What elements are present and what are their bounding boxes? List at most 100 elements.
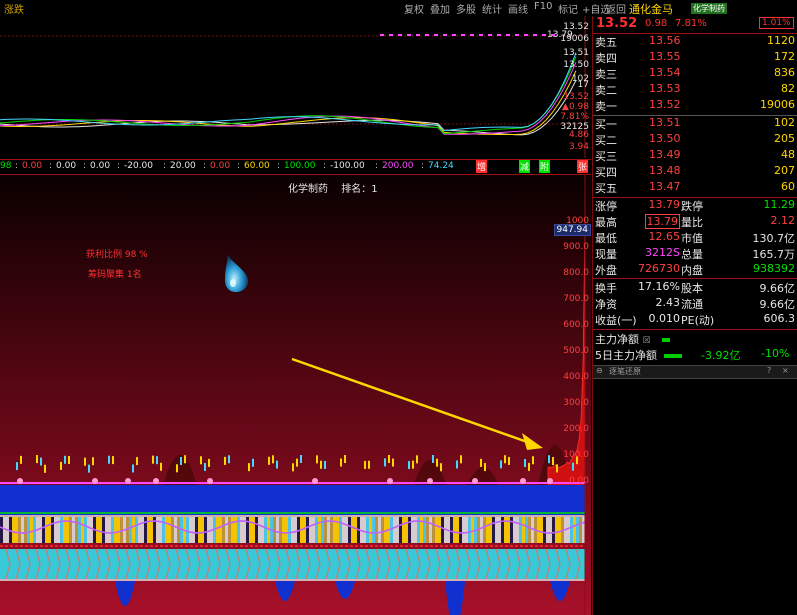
separator: : bbox=[237, 161, 241, 171]
order-book-row[interactable]: 买五 13.47 60 bbox=[595, 180, 795, 196]
chip-tick bbox=[208, 458, 210, 467]
mixed-strip-bar bbox=[192, 517, 195, 543]
mixed-strip-bar bbox=[294, 517, 297, 543]
menu-item-3[interactable]: 统计 bbox=[482, 1, 502, 16]
price-tick: 13.52 bbox=[563, 22, 589, 32]
mixed-strip-bar bbox=[450, 517, 453, 543]
price-tick: 13.50 bbox=[563, 60, 589, 70]
mixed-strip-bar bbox=[579, 517, 582, 543]
chip-panel-header: ⊖ 逐笔还原 ? × bbox=[593, 365, 797, 379]
order-book-row[interactable]: 卖四 13.55 172 bbox=[595, 50, 795, 66]
mixed-strip-bar bbox=[84, 517, 87, 543]
book-volume: 102 bbox=[774, 116, 795, 129]
mixed-strip-bar bbox=[204, 517, 207, 543]
mixed-strip-bar bbox=[354, 517, 357, 543]
limit-mark bbox=[398, 34, 402, 36]
book-price: 13.49 bbox=[649, 148, 681, 161]
chip-tick bbox=[548, 455, 550, 464]
menu-item-0[interactable]: 复权 bbox=[404, 1, 424, 16]
order-book-row[interactable]: 卖五 13.56 1120 bbox=[595, 34, 795, 50]
board-tag[interactable]: 化学制药 bbox=[691, 3, 727, 14]
main-net-icon[interactable]: ☒ bbox=[643, 336, 651, 346]
mixed-strip-bar bbox=[486, 517, 489, 543]
mixed-strip-bar bbox=[555, 517, 558, 543]
order-book-row[interactable]: 买一 13.51 102 bbox=[595, 116, 795, 132]
price-svg: 13.79 bbox=[0, 16, 591, 158]
book-level-label: 卖三 bbox=[595, 68, 617, 81]
help-icon[interactable]: ? bbox=[767, 366, 771, 375]
rank-label: 排名： bbox=[341, 184, 372, 195]
mixed-strip-bar bbox=[303, 517, 306, 543]
mixed-strip-bar bbox=[12, 517, 15, 543]
price-tick: 19006 bbox=[560, 34, 589, 44]
indicator-tab-0[interactable]: 增 bbox=[476, 160, 488, 173]
chip-tick bbox=[184, 455, 186, 464]
book-price: 13.53 bbox=[649, 82, 681, 95]
price-tick: ▲0.98 bbox=[562, 102, 589, 112]
mixed-strip-bar bbox=[99, 517, 102, 543]
order-book-row[interactable]: 卖三 13.54 836 bbox=[595, 66, 795, 82]
menu-item-1[interactable]: 叠加 bbox=[430, 1, 450, 16]
chip-tick bbox=[368, 460, 370, 469]
order-book-row[interactable]: 卖二 13.53 82 bbox=[595, 82, 795, 98]
book-price: 13.54 bbox=[649, 66, 681, 79]
main-indicator-chart[interactable]: 化学制药 排名：1 获利比例 98 % 筹码聚集 1名 947.94 1000 … bbox=[0, 175, 591, 615]
legend-chip: 筹码聚集 1名 bbox=[88, 270, 142, 280]
mixed-strip-bar bbox=[471, 517, 474, 543]
stat-row: 现量 3212S 总量 165.7万 bbox=[595, 246, 795, 261]
mixed-strip-bar bbox=[129, 517, 132, 543]
menu-item-4[interactable]: 画线 bbox=[508, 1, 528, 16]
mixed-strip-bar bbox=[252, 517, 255, 543]
collapse-icon[interactable]: ⊖ bbox=[596, 366, 603, 375]
price-chart[interactable]: 涨跌 13.79 13.521900613.5113.501021713.52▲… bbox=[0, 16, 591, 158]
mixed-strip-bar bbox=[405, 517, 408, 543]
mixed-strip-bar bbox=[342, 517, 345, 543]
chip-tick bbox=[68, 456, 70, 465]
menu-item-5[interactable]: F10 bbox=[534, 1, 552, 12]
indicator-tab-3[interactable]: 张 bbox=[577, 160, 589, 173]
mixed-strip-bar bbox=[345, 517, 348, 543]
chip-tick bbox=[272, 455, 274, 464]
chip-tick bbox=[440, 463, 442, 472]
chip-panel-title[interactable]: 逐笔还原 bbox=[609, 366, 641, 377]
price-tick: 4.86 bbox=[568, 130, 589, 140]
mixed-strip-bar bbox=[105, 517, 108, 543]
chip-tick bbox=[432, 455, 434, 464]
book-price: 13.50 bbox=[649, 132, 681, 145]
mixed-strip-bar bbox=[489, 517, 492, 543]
order-book-row[interactable]: 买四 13.48 207 bbox=[595, 164, 795, 180]
mixed-strip-bar bbox=[198, 517, 201, 543]
indicator-tab-2[interactable]: 附 bbox=[539, 160, 551, 173]
mixed-strip-bar bbox=[576, 517, 579, 543]
chip-tick bbox=[92, 457, 94, 466]
mixed-strip-bar bbox=[228, 517, 231, 543]
chip-tick bbox=[460, 455, 462, 464]
mixed-strip-bar bbox=[549, 517, 552, 543]
order-book-row[interactable]: 买二 13.50 205 bbox=[595, 132, 795, 148]
separator: : bbox=[375, 161, 379, 171]
book-price: 13.55 bbox=[649, 50, 681, 63]
chip-tick bbox=[88, 464, 90, 473]
mixed-strip-bar bbox=[339, 517, 342, 543]
chart-area: 涨跌 13.79 13.521900613.5113.501021713.52▲… bbox=[0, 16, 591, 615]
mixed-strip-bar bbox=[396, 517, 399, 543]
mixed-strip-bar bbox=[117, 517, 120, 543]
mixed-strip-bar bbox=[195, 517, 198, 543]
signal-marker bbox=[17, 478, 23, 484]
mixed-strip-bar bbox=[438, 517, 441, 543]
close-icon[interactable]: × bbox=[782, 366, 789, 375]
order-book-row[interactable]: 买三 13.49 48 bbox=[595, 148, 795, 164]
order-book-row[interactable]: 卖一 13.52 19006 bbox=[595, 98, 795, 114]
menu-item-2[interactable]: 多股 bbox=[456, 1, 476, 16]
book-volume: 19006 bbox=[760, 98, 795, 111]
book-level-label: 买一 bbox=[595, 118, 617, 131]
mixed-strip-bar bbox=[369, 517, 372, 543]
menu-item-6[interactable]: 标记 bbox=[558, 1, 578, 16]
price-tick: 17 bbox=[577, 80, 589, 90]
stock-name[interactable]: 通化金马 bbox=[629, 1, 673, 17]
indicator-tab-1[interactable]: 减 bbox=[519, 160, 531, 173]
signal-marker bbox=[547, 478, 553, 484]
mixed-strip-bar bbox=[426, 517, 429, 543]
chip-tick bbox=[252, 458, 254, 467]
main-y-tick: 200.0 bbox=[563, 424, 589, 434]
